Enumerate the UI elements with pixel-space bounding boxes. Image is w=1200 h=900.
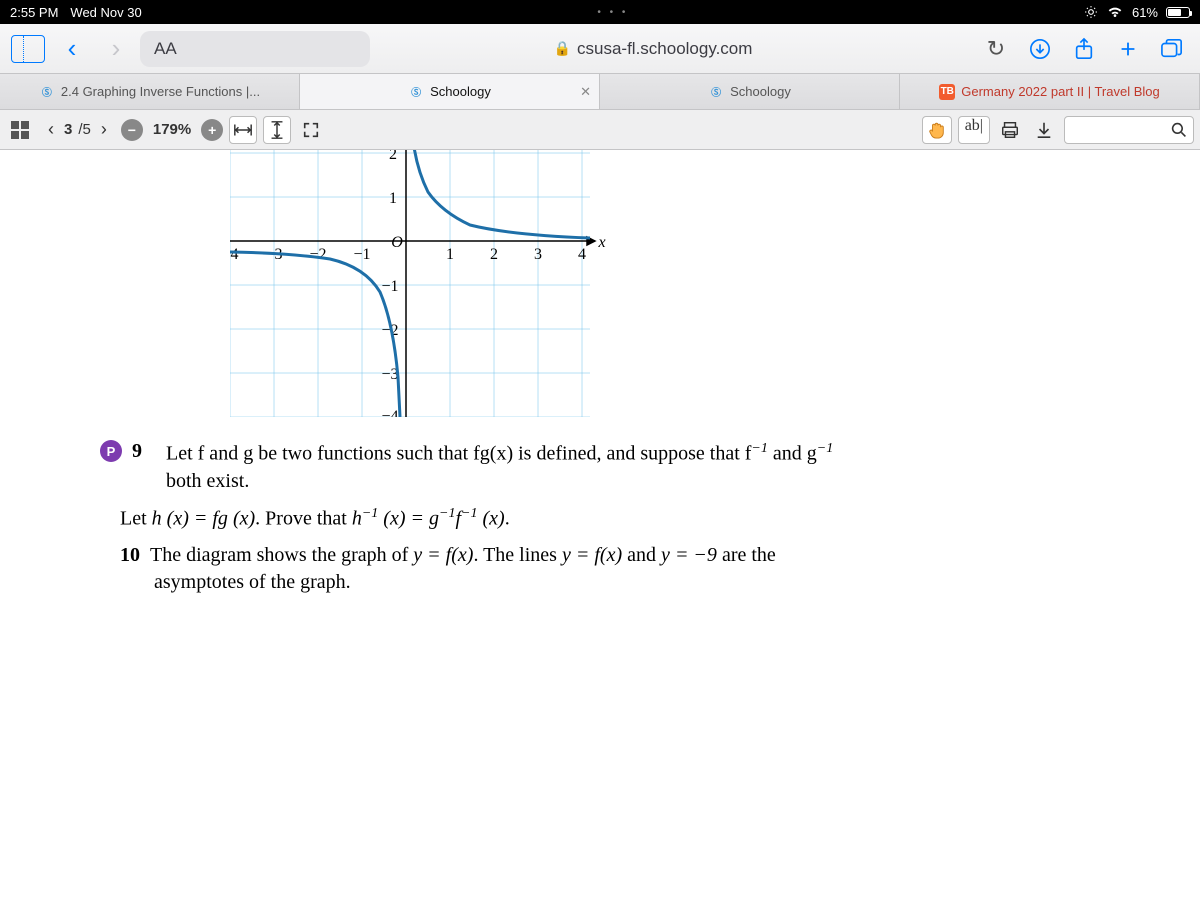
status-time: 2:55 PM (10, 5, 58, 20)
next-page-button[interactable]: › (97, 119, 111, 140)
schoology-favicon-icon: Ⓢ (39, 84, 55, 100)
svg-text:−4: −4 (381, 408, 398, 417)
schoology-favicon-icon: Ⓢ (408, 84, 424, 100)
question-10: 10The diagram shows the graph of y = f(x… (120, 542, 1100, 569)
thumbnails-button[interactable] (6, 116, 34, 144)
current-page[interactable]: 3 (64, 121, 72, 138)
reader-aa-button[interactable]: AA (140, 31, 370, 67)
back-button[interactable]: ‹ (52, 29, 92, 69)
q9-text-line3: Let h (x) = fg (x). Prove that h−1 (x) =… (120, 505, 1100, 533)
download-button[interactable] (1030, 116, 1058, 144)
status-date: Wed Nov 30 (70, 5, 141, 20)
tab-graphing-inverse[interactable]: Ⓢ 2.4 Graphing Inverse Functions |... (0, 74, 300, 109)
svg-text:3: 3 (534, 246, 542, 263)
new-tab-button[interactable] (1108, 29, 1148, 69)
tabs-overview-button[interactable] (1152, 29, 1192, 69)
forward-button: › (96, 29, 136, 69)
pdf-search-input[interactable] (1064, 116, 1194, 144)
tab-schoology-active[interactable]: Ⓢ Schoology ✕ (300, 74, 600, 109)
reload-button[interactable]: ↻ (976, 29, 1016, 69)
prev-page-button[interactable]: ‹ (44, 119, 58, 140)
zoom-out-button[interactable]: − (121, 119, 143, 141)
pdf-content-area[interactable]: −4−3−2 −1 1234 O 21 −1−2 −3−4 x P 9 (0, 150, 1200, 900)
lock-icon: 🔒 (554, 40, 571, 57)
fit-height-button[interactable] (263, 116, 291, 144)
svg-text:O: O (391, 234, 403, 251)
q9-number: 9 (132, 440, 156, 463)
fullscreen-button[interactable] (297, 116, 325, 144)
text-select-button[interactable]: ab| (958, 116, 990, 144)
tab-schoology-2[interactable]: Ⓢ Schoology (600, 74, 900, 109)
sidebar-toggle-button[interactable] (8, 29, 48, 69)
svg-text:−1: −1 (353, 246, 370, 263)
q9-text-line2: both exist. (166, 468, 1100, 495)
sync-icon (1084, 5, 1098, 19)
reciprocal-graph: −4−3−2 −1 1234 O 21 −1−2 −3−4 x (230, 150, 1100, 422)
pan-tool-button[interactable] (922, 116, 952, 144)
svg-text:−4: −4 (230, 246, 239, 263)
page-nav: ‹ 3 /5 › (44, 119, 111, 140)
question-9: P 9 Let f and g be two functions such th… (100, 440, 1100, 495)
share-button[interactable] (1064, 29, 1104, 69)
svg-text:1: 1 (446, 246, 454, 263)
svg-text:−1: −1 (381, 278, 398, 295)
battery-icon (1166, 7, 1190, 18)
zoom-in-button[interactable]: + (201, 119, 223, 141)
svg-text:2: 2 (490, 246, 498, 263)
svg-text:−2: −2 (309, 246, 326, 263)
svg-text:2: 2 (389, 150, 397, 163)
fit-width-button[interactable] (229, 116, 257, 144)
multitask-dots[interactable]: • • • (142, 7, 1084, 18)
print-button[interactable] (996, 116, 1024, 144)
svg-text:4: 4 (578, 246, 586, 263)
safari-toolbar: ‹ › AA 🔒 csusa-fl.schoology.com ↻ (0, 24, 1200, 74)
address-bar[interactable]: 🔒 csusa-fl.schoology.com (374, 39, 932, 59)
page-total: /5 (78, 121, 91, 138)
svg-text:x: x (597, 234, 605, 251)
url-text: csusa-fl.schoology.com (577, 39, 752, 59)
pdf-page: −4−3−2 −1 1234 O 21 −1−2 −3−4 x P 9 (80, 150, 1120, 596)
tab-travel-blog[interactable]: TB Germany 2022 part II | Travel Blog (900, 74, 1200, 109)
downloads-button[interactable] (1020, 29, 1060, 69)
ipad-status-bar: 2:55 PM Wed Nov 30 • • • 61% (0, 0, 1200, 24)
close-tab-icon[interactable]: ✕ (580, 84, 591, 100)
pdf-toolbar: ‹ 3 /5 › − 179% + ab| (0, 110, 1200, 150)
travel-blog-favicon-icon: TB (939, 84, 955, 100)
q9-text-line1: Let f and g be two functions such that f… (166, 440, 1100, 468)
q10-line2: asymptotes of the graph. (154, 569, 1100, 596)
problem-badge-icon: P (100, 440, 122, 462)
schoology-favicon-icon: Ⓢ (708, 84, 724, 100)
wifi-icon (1106, 6, 1124, 19)
search-icon (1171, 122, 1187, 138)
battery-percent: 61% (1132, 5, 1158, 20)
zoom-level[interactable]: 179% (153, 121, 191, 138)
tab-strip: Ⓢ 2.4 Graphing Inverse Functions |... Ⓢ … (0, 74, 1200, 110)
svg-text:1: 1 (389, 190, 397, 207)
